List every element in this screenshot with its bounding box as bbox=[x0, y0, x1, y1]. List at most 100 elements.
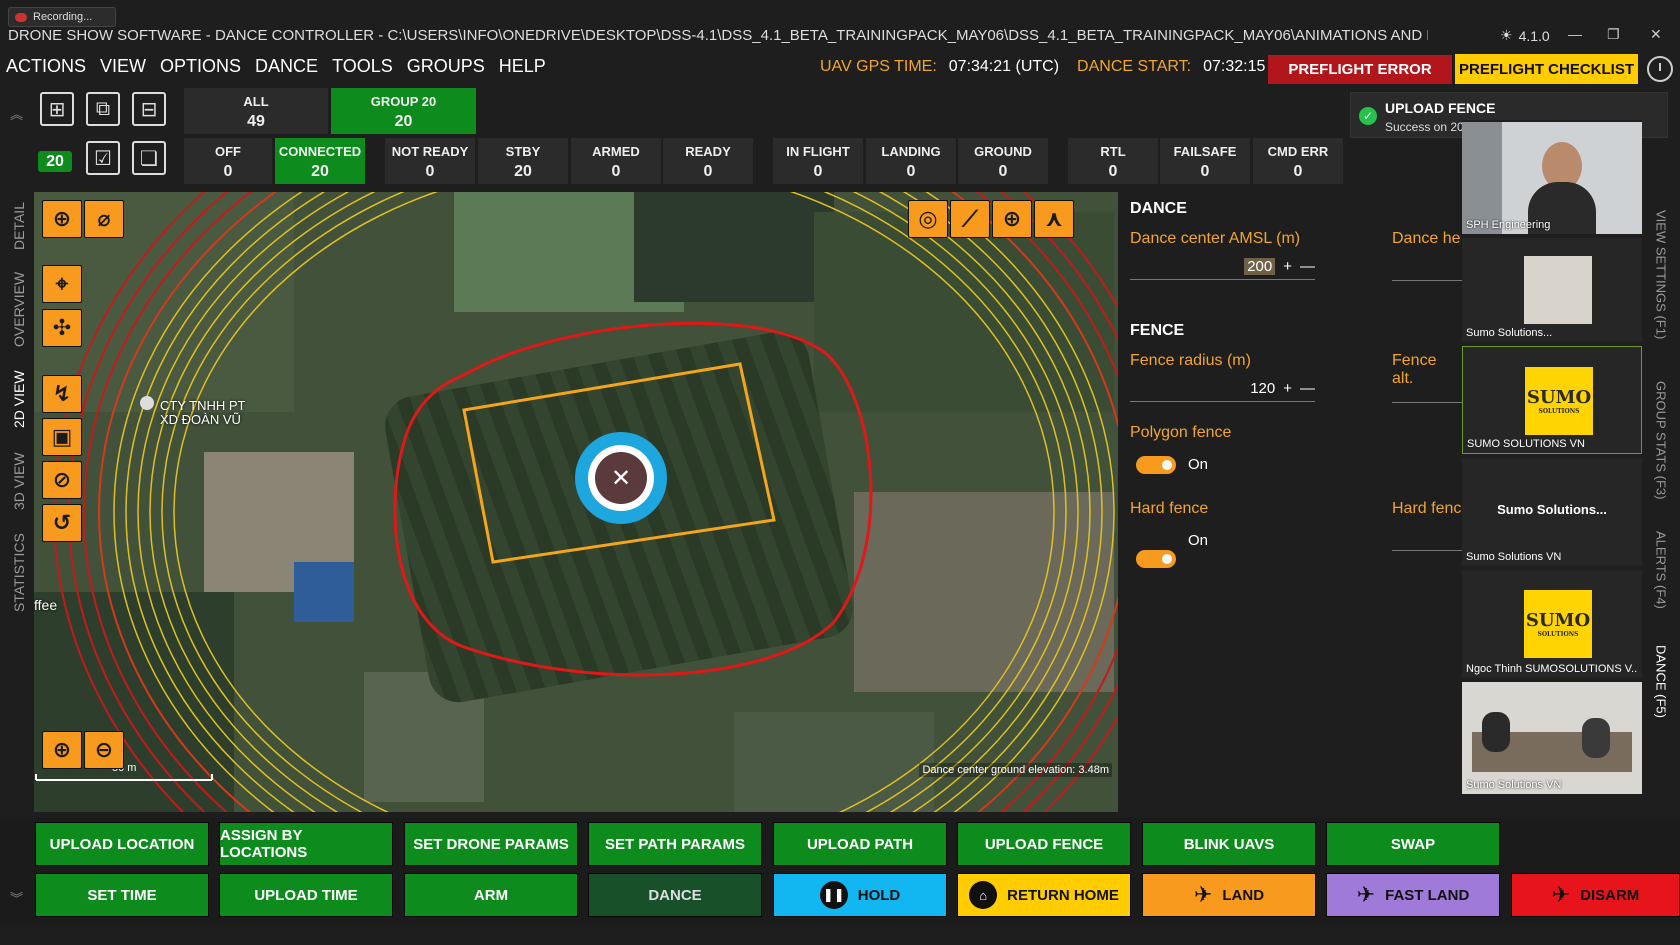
tab-view-settings[interactable]: VIEW SETTINGS (F1) bbox=[1648, 200, 1674, 350]
status-off[interactable]: OFF 0 bbox=[184, 138, 272, 184]
disarm-button[interactable]: ✈ DISARM bbox=[1511, 873, 1680, 917]
restore-button[interactable]: ❐ bbox=[1607, 26, 1620, 43]
tab-statistics[interactable]: STATISTICS bbox=[6, 528, 32, 618]
menu-options[interactable]: OPTIONS bbox=[160, 56, 241, 77]
video-tile[interactable]: Sumo Solutions VN bbox=[1462, 682, 1642, 794]
upload-time-button[interactable]: UPLOAD TIME bbox=[219, 873, 393, 917]
status-label: RTL bbox=[1100, 144, 1126, 159]
video-tile[interactable]: Sumo Solutions... Sumo Solutions VN bbox=[1462, 458, 1642, 566]
swap-button[interactable]: SWAP bbox=[1326, 822, 1500, 866]
group-all[interactable]: ALL 49 bbox=[184, 88, 328, 134]
hold-button[interactable]: ❚❚ HOLD bbox=[773, 873, 947, 917]
set-time-button[interactable]: SET TIME bbox=[35, 873, 209, 917]
time-readout: UAV GPS TIME: 07:34:21 (UTC) DANCE START… bbox=[820, 58, 1265, 76]
video-tile[interactable]: SUMO SOLUTIONS Ngoc Thinh SUMOSOLUTIONS V… bbox=[1462, 570, 1642, 678]
upload-fence-button[interactable]: UPLOAD FENCE bbox=[957, 822, 1131, 866]
fast-land-button[interactable]: ✈ FAST LAND bbox=[1326, 873, 1500, 917]
history-icon[interactable] bbox=[1647, 56, 1673, 82]
status-armed[interactable]: ARMED 0 bbox=[571, 138, 661, 184]
status-connected[interactable]: CONNECTED 20 bbox=[275, 138, 365, 184]
deselect-icon[interactable]: ❏ bbox=[132, 141, 166, 175]
fence-radius-field[interactable]: 120 + — bbox=[1130, 376, 1315, 402]
arm-button[interactable]: ARM bbox=[404, 873, 578, 917]
status-cmd-err[interactable]: CMD ERR 0 bbox=[1253, 138, 1343, 184]
add-group-icon[interactable]: ⊞ bbox=[40, 92, 74, 126]
return-home-button[interactable]: ⌂ RETURN HOME bbox=[957, 873, 1131, 917]
center-target-icon[interactable]: ⌖ bbox=[42, 265, 82, 303]
fence-alt-field[interactable] bbox=[1392, 402, 1462, 403]
tab-2d-view[interactable]: 2D VIEW bbox=[6, 364, 32, 434]
drone-icon[interactable]: ✣ bbox=[42, 309, 82, 347]
zoom-out-icon[interactable]: ⊖ bbox=[84, 731, 124, 769]
add-multiple-icon[interactable]: ⧉ bbox=[86, 92, 120, 126]
path-edit-icon[interactable]: ↯ bbox=[42, 375, 82, 413]
tab-3d-view[interactable]: 3D VIEW bbox=[6, 446, 32, 516]
preflight-error-button[interactable]: PREFLIGHT ERROR bbox=[1268, 55, 1452, 84]
minimize-button[interactable]: — bbox=[1568, 26, 1582, 42]
minus-icon[interactable]: — bbox=[1300, 380, 1315, 397]
collapse-down-icon[interactable]: ︾ bbox=[10, 888, 23, 907]
status-stby[interactable]: STBY 20 bbox=[478, 138, 568, 184]
status-ground[interactable]: GROUND 0 bbox=[958, 138, 1048, 184]
collapse-up-icon[interactable]: ︽ bbox=[10, 104, 23, 123]
dance-height-field[interactable] bbox=[1392, 280, 1462, 281]
video-tile[interactable]: SUMO SOLUTIONS SUMO SOLUTIONS VN bbox=[1462, 346, 1642, 454]
zoom-in-icon[interactable]: ⊕ bbox=[42, 731, 82, 769]
hard-fence-toggle[interactable] bbox=[1136, 550, 1176, 568]
circle-target-icon[interactable]: ◎ bbox=[908, 200, 948, 238]
land-button[interactable]: ✈ LAND bbox=[1142, 873, 1316, 917]
menu-groups[interactable]: GROUPS bbox=[407, 56, 485, 77]
video-tile[interactable]: Sumo Solutions... bbox=[1462, 238, 1642, 342]
dance-section-title: DANCE bbox=[1130, 200, 1187, 217]
menu-actions[interactable]: ACTIONS bbox=[6, 56, 86, 77]
plus-icon[interactable]: + bbox=[1283, 258, 1292, 275]
menu-view[interactable]: VIEW bbox=[100, 56, 146, 77]
save-icon[interactable]: ▣ bbox=[42, 418, 82, 456]
status-failsafe[interactable]: FAILSAFE 0 bbox=[1160, 138, 1250, 184]
status-ready[interactable]: READY 0 bbox=[663, 138, 753, 184]
set-path-params-button[interactable]: SET PATH PARAMS bbox=[588, 822, 762, 866]
tab-alerts[interactable]: ALERTS (F4) bbox=[1648, 520, 1674, 620]
plus-icon[interactable]: + bbox=[1283, 380, 1292, 397]
satellite-map[interactable]: ✕ bbox=[34, 192, 1118, 812]
compass-icon[interactable]: ⋏ bbox=[1034, 200, 1074, 238]
set-drone-params-button[interactable]: SET DRONE PARAMS bbox=[404, 822, 578, 866]
add-drone-icon[interactable]: ⊕ bbox=[42, 200, 82, 238]
dance-center-field[interactable]: 200 + — bbox=[1130, 254, 1315, 280]
tab-dance[interactable]: DANCE (F5) bbox=[1648, 636, 1674, 726]
reset-icon[interactable]: ↺ bbox=[42, 504, 82, 542]
status-landing[interactable]: LANDING 0 bbox=[866, 138, 956, 184]
tab-overview[interactable]: OVERVIEW bbox=[6, 266, 32, 352]
menu-dance[interactable]: DANCE bbox=[255, 56, 318, 77]
select-all-icon[interactable]: ☑ bbox=[86, 141, 120, 175]
hard-fence-2-field[interactable] bbox=[1392, 550, 1462, 551]
dance-button[interactable]: DANCE bbox=[588, 873, 762, 917]
status-rtl[interactable]: RTL 0 bbox=[1068, 138, 1158, 184]
assign-by-locations-button[interactable]: ASSIGN BY LOCATIONS bbox=[219, 822, 393, 866]
preflight-checklist-button[interactable]: PREFLIGHT CHECKLIST bbox=[1455, 54, 1638, 84]
minus-icon[interactable]: — bbox=[1300, 258, 1315, 275]
video-tile[interactable]: SPH Engineering bbox=[1462, 122, 1642, 234]
close-button[interactable]: ✕ bbox=[1650, 26, 1662, 43]
block-icon[interactable]: ⊘ bbox=[42, 461, 82, 499]
status-not-ready[interactable]: NOT READY 0 bbox=[385, 138, 475, 184]
crosshair-icon[interactable]: ⊕ bbox=[992, 200, 1032, 238]
menu-tools[interactable]: TOOLS bbox=[332, 56, 393, 77]
no-location-icon[interactable]: ⌀ bbox=[84, 200, 124, 238]
group-20[interactable]: GROUP 20 20 bbox=[331, 88, 476, 134]
menu-help[interactable]: HELP bbox=[499, 56, 546, 77]
person-2 bbox=[1582, 718, 1610, 758]
measure-icon[interactable]: ⟋ bbox=[950, 200, 990, 238]
fence-radius-value[interactable]: 120 bbox=[1250, 380, 1275, 397]
blink-uavs-button[interactable]: BLINK UAVS bbox=[1142, 822, 1316, 866]
video-caption: Ngoc Thinh SUMOSOLUTIONS V... bbox=[1466, 663, 1638, 675]
dance-center-value[interactable]: 200 bbox=[1244, 258, 1276, 275]
map-view[interactable]: ✕ CTY TNHH PT XD ĐOÀN VŨ ffee 50 m Dance… bbox=[34, 192, 1118, 812]
remove-group-icon[interactable]: ⊟ bbox=[132, 92, 166, 126]
upload-location-button[interactable]: UPLOAD LOCATION bbox=[35, 822, 209, 866]
tab-group-stats[interactable]: GROUP STATS (F3) bbox=[1648, 370, 1674, 510]
tab-detail[interactable]: DETAIL bbox=[6, 196, 32, 256]
upload-path-button[interactable]: UPLOAD PATH bbox=[773, 822, 947, 866]
status-in-flight[interactable]: IN FLIGHT 0 bbox=[773, 138, 863, 184]
polygon-fence-toggle[interactable] bbox=[1136, 456, 1176, 474]
